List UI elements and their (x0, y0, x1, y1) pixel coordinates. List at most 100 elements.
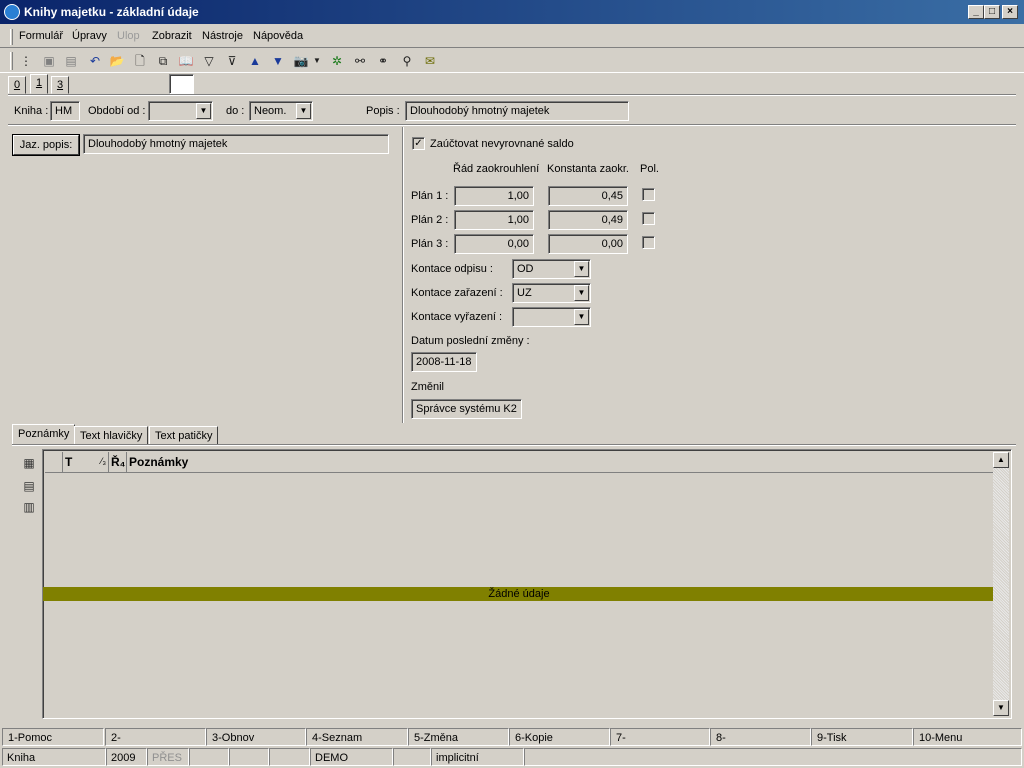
filter-icon[interactable]: ▽ (200, 52, 218, 70)
plan-2-konst-field[interactable]: 0,49 (548, 210, 628, 230)
grid-col-t-label: T (65, 455, 73, 469)
fkey-1[interactable]: 1-Pomoc (2, 728, 104, 746)
mail-icon[interactable]: ✉ (421, 52, 439, 70)
tab-poznamky[interactable]: Poznámky (12, 424, 76, 446)
new-document-icon[interactable]: 🗋 (131, 52, 149, 70)
menu-napoveda[interactable]: Nápověda (253, 30, 303, 42)
app-icon (4, 4, 20, 20)
menu-formular[interactable]: Formulář (19, 30, 63, 42)
kontace-zarazeni-combo[interactable]: UZ ▼ (512, 283, 591, 303)
save-as-icon[interactable]: ▤ (62, 52, 80, 70)
grid-col-r[interactable]: Ř₄ (109, 452, 127, 472)
status-empty-3 (269, 748, 310, 766)
maximize-button[interactable]: □ (984, 5, 1000, 19)
fkey-2[interactable]: 2- (105, 728, 206, 746)
jaz-popis-field[interactable]: Dlouhodobý hmotný majetek (83, 134, 389, 154)
plan-1-konst-field[interactable]: 0,45 (548, 186, 628, 206)
copy-icon[interactable]: ⧉ (154, 52, 172, 70)
scroll-down-icon[interactable]: ▼ (993, 700, 1009, 716)
plan-1-rad-field[interactable]: 1,00 (454, 186, 534, 206)
camera-icon[interactable]: 📷 (292, 52, 310, 70)
delete-row-icon[interactable]: ▥ (20, 498, 38, 516)
grid-col-poznamky[interactable]: Poznámky (127, 452, 995, 472)
add-row-icon[interactable]: ▦ (20, 454, 38, 472)
filter-clear-icon[interactable]: ⊽ (223, 52, 241, 70)
zauctovat-checkbox[interactable]: ✓ (412, 137, 425, 150)
tab-divider (8, 94, 1016, 96)
menu-upravy[interactable]: Úpravy (72, 30, 107, 42)
scroll-up-icon[interactable]: ▲ (993, 452, 1009, 468)
fkey-8[interactable]: 8- (710, 728, 811, 746)
tree-icon[interactable]: ⋮ (17, 52, 35, 70)
book-icon[interactable]: 📖 (177, 52, 195, 70)
popis-field[interactable]: Dlouhodobý hmotný majetek (405, 101, 629, 121)
dropdown-arrow-icon[interactable]: ▼ (312, 52, 322, 70)
kontace-odpisu-combo[interactable]: OD ▼ (512, 259, 591, 279)
menu-zobrazit[interactable]: Zobrazit (152, 30, 192, 42)
tab-3[interactable]: 3 (51, 76, 69, 94)
menu-nastroje[interactable]: Nástroje (202, 30, 243, 42)
chevron-down-icon[interactable]: ▼ (574, 261, 589, 277)
notes-grid[interactable]: T ⁄₃ Ř₄ Poznámky Žádné údaje ▲ ▼ (42, 449, 1012, 719)
col-rad-header: Řád zaokrouhlení (453, 163, 540, 175)
obdobi-od-label: Období od : (88, 105, 146, 117)
binoculars-icon[interactable]: ⚯ (351, 52, 369, 70)
chevron-down-icon[interactable]: ▼ (296, 103, 311, 119)
fkey-7[interactable]: 7- (610, 728, 710, 746)
kniha-label: Kniha : (14, 105, 49, 117)
kniha-field[interactable]: HM (50, 101, 80, 121)
menu-ulop: Ulop (117, 30, 140, 42)
undo-icon[interactable]: ↶ (86, 52, 104, 70)
edit-row-icon[interactable]: ▤ (20, 477, 38, 495)
status-mode: PŘES (147, 748, 189, 766)
zauctovat-label: Zaúčtovat nevyrovnané saldo (430, 138, 574, 150)
grid-row-selector-header (45, 452, 63, 472)
empty-text: Žádné údaje (488, 588, 550, 600)
zmenil-field[interactable]: Správce systému K2 (411, 399, 522, 419)
chevron-down-icon[interactable]: ▼ (196, 103, 211, 119)
do-combo[interactable]: Neom. ▼ (249, 101, 313, 121)
vertical-scrollbar[interactable]: ▲ ▼ (993, 452, 1009, 716)
datum-field[interactable]: 2008-11-18 (411, 352, 477, 372)
kontace-zarazeni-label: Kontace zařazení : (411, 287, 503, 299)
find-tool-icon[interactable]: ⚲ (398, 52, 416, 70)
tab-1[interactable]: 1 (30, 74, 48, 94)
plan-2-pol-checkbox[interactable] (642, 212, 655, 225)
plan-3-pol-checkbox[interactable] (642, 236, 655, 249)
close-button[interactable]: × (1002, 5, 1018, 19)
kontace-vyrazeni-combo[interactable]: ▼ (512, 307, 591, 327)
obdobi-od-combo[interactable]: ▼ (148, 101, 213, 121)
chevron-down-icon[interactable]: ▼ (574, 285, 589, 301)
fkey-9[interactable]: 9-Tisk (811, 728, 913, 746)
open-folder-icon[interactable]: 📂 (108, 52, 126, 70)
fkey-4[interactable]: 4-Seznam (306, 728, 408, 746)
tab-text-paticky[interactable]: Text patičky (149, 426, 219, 446)
plan-2-rad-field[interactable]: 1,00 (454, 210, 534, 230)
header-divider (8, 124, 1016, 126)
tab-text-hlavicky[interactable]: Text hlavičky (74, 426, 149, 446)
arrow-down-icon[interactable]: ▼ (269, 52, 287, 70)
plan-3-konst-field[interactable]: 0,00 (548, 234, 628, 254)
plan-1-pol-checkbox[interactable] (642, 188, 655, 201)
plan-1-label: Plán 1 : (411, 190, 449, 202)
fkey-5[interactable]: 5-Změna (408, 728, 509, 746)
find-next-icon[interactable]: ⚭ (374, 52, 392, 70)
arrow-up-icon[interactable]: ▲ (246, 52, 264, 70)
tab-goto-input[interactable] (169, 74, 194, 94)
kontace-vyrazeni-label: Kontace vyřazení : (411, 311, 503, 323)
panel-divider (402, 127, 404, 423)
tab-0[interactable]: 0 (8, 76, 26, 94)
col-pol-header: Pol. (640, 163, 659, 175)
fkey-3[interactable]: 3-Obnov (206, 728, 306, 746)
chevron-down-icon[interactable]: ▼ (574, 309, 589, 325)
save-icon[interactable]: ▣ (40, 52, 58, 70)
grid-col-t[interactable]: T ⁄₃ (63, 452, 109, 472)
toolbar-grip (10, 52, 13, 70)
fkey-10[interactable]: 10-Menu (913, 728, 1022, 746)
refresh-tree-icon[interactable]: ✲ (328, 52, 346, 70)
jaz-popis-button[interactable]: Jaz. popis: (13, 135, 79, 155)
plan-3-rad-field[interactable]: 0,00 (454, 234, 534, 254)
minimize-button[interactable]: _ (968, 5, 984, 19)
status-db: DEMO (310, 748, 393, 766)
fkey-6[interactable]: 6-Kopie (509, 728, 610, 746)
